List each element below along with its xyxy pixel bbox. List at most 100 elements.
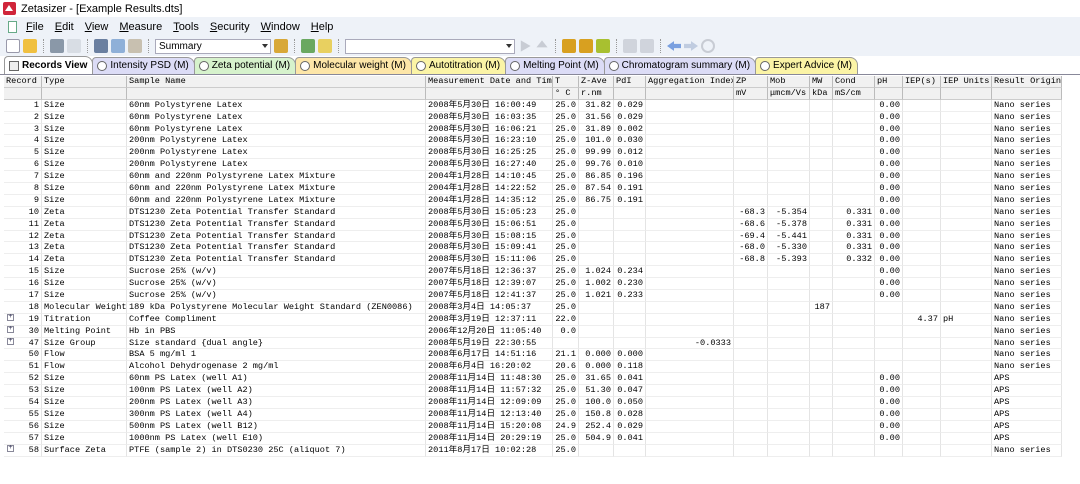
header-molecular-weight[interactable]: MW (810, 76, 833, 88)
table-row[interactable]: 15 Size Sucrose 25% (w/v) 2007年5月18日 12:36:… (4, 266, 1062, 279)
sop-icon[interactable] (562, 39, 576, 53)
eject-icon[interactable] (536, 40, 548, 48)
header-temperature[interactable]: ° C (553, 87, 579, 100)
table-row[interactable]: 11 Zeta DTS1230 Zeta Potential Transfer St… (4, 218, 1062, 231)
header-record[interactable] (4, 87, 42, 100)
header-pdi[interactable]: PdI (614, 76, 646, 88)
table-row[interactable]: 12 Zeta DTS1230 Zeta Potential Transfer St… (4, 230, 1062, 243)
menu-edit[interactable]: Edit (55, 21, 74, 33)
table-row[interactable]: 1 Size 60nm Polystyrene Latex 2008年5月30日 16… (4, 99, 1062, 112)
table-row[interactable]: 8 Size 60nm and 220nm Polystyrene Latex Mi… (4, 183, 1062, 195)
header-sample-name[interactable]: Sample Name (127, 76, 426, 88)
edit-report-icon[interactable] (274, 39, 288, 53)
table-row[interactable]: 4 Size 200nm Polystyrene Latex 2008年5月30日 1… (4, 135, 1062, 148)
header-mobility[interactable]: Mob (768, 76, 810, 88)
view-select[interactable]: Summary (155, 38, 271, 54)
menu-security[interactable]: Security (210, 21, 250, 33)
header-zeta-potential[interactable]: mV (734, 87, 768, 100)
zoom-icon[interactable] (701, 39, 715, 53)
header-zeta-potential[interactable]: ZP (734, 76, 768, 88)
forward-arrow-icon[interactable] (684, 41, 698, 51)
play-icon[interactable] (520, 40, 531, 52)
table-row[interactable]: +30 Melting Point Hb in PBS 2006年12月20日 11:… (4, 325, 1062, 338)
graph-icon[interactable] (640, 39, 654, 53)
table-row[interactable]: 53 Size 100nm PS Latex (well A2) 2008年11月14… (4, 385, 1062, 398)
table-units-row[interactable]: ° Cr.nm mV μmcm/Vs kDa mS/cm (4, 87, 1062, 100)
header-measurement-date[interactable]: Measurement Date and Time (426, 76, 553, 88)
header-iep[interactable] (903, 87, 941, 100)
header-result-origin[interactable] (992, 87, 1062, 100)
table-row[interactable]: 57 Size 1000nm PS Latex (well E10) 2008年11月… (4, 432, 1062, 445)
header-record[interactable]: Record (4, 76, 42, 88)
header-result-origin[interactable]: Result Origin (992, 76, 1062, 88)
header-molecular-weight[interactable]: kDa (810, 87, 833, 100)
sop-edit-icon[interactable] (318, 39, 332, 53)
table-row[interactable]: 7 Size 60nm and 220nm Polystyrene Latex Mi… (4, 171, 1062, 184)
sop-run-icon[interactable] (301, 39, 315, 53)
copy-icon[interactable] (111, 39, 125, 53)
table-row[interactable]: 13 Zeta DTS1230 Zeta Potential Transfer St… (4, 242, 1062, 255)
table-row[interactable]: +47 Size Group Size standard {dual angle} 2… (4, 337, 1062, 350)
table-row[interactable]: 55 Size 300nm PS Latex (well A4) 2008年11月14… (4, 408, 1062, 421)
table-row[interactable]: 51 Flow Alcohol Dehydrogenase 2 mg/ml 2008年… (4, 361, 1062, 374)
table-row[interactable]: 2 Size 60nm Polystyrene Latex 2008年5月30日 16… (4, 111, 1062, 124)
paste-icon[interactable] (128, 39, 142, 53)
measurement-select[interactable] (345, 38, 515, 54)
menu-tools[interactable]: Tools (173, 21, 199, 33)
header-ph[interactable]: pH (875, 76, 903, 88)
table-row[interactable]: 9 Size 60nm and 220nm Polystyrene Latex Mi… (4, 194, 1062, 207)
header-type[interactable]: Type (42, 76, 127, 88)
table-row[interactable]: 3 Size 60nm Polystyrene Latex 2008年5月30日 16… (4, 123, 1062, 136)
header-iep-units[interactable]: IEP Units (941, 76, 992, 88)
new-icon[interactable] (6, 39, 20, 53)
header-sample-name[interactable] (127, 87, 426, 100)
dts-icon[interactable] (579, 39, 593, 53)
header-aggregation-index[interactable] (646, 87, 734, 100)
table-row[interactable]: 14 Zeta DTS1230 Zeta Potential Transfer St… (4, 254, 1062, 267)
table-row[interactable]: 54 Size 200nm PS Latex (well A3) 2008年11月14… (4, 397, 1062, 409)
tab-expert-advice-m[interactable]: Expert Advice (M) (755, 57, 858, 74)
table-row[interactable]: 17 Size Sucrose 25% (w/v) 2007年5月18日 12:41:… (4, 290, 1062, 302)
print-preview-icon[interactable] (67, 39, 81, 53)
tab-autotitration-m[interactable]: Autotitration (M) (410, 57, 507, 74)
table-row[interactable]: +19 Titration Coffee Compliment 2008年3月19日 … (4, 313, 1062, 326)
tab-molecular-weight-m[interactable]: Molecular weight (M) (295, 57, 412, 74)
header-ph[interactable] (875, 87, 903, 100)
expand-icon[interactable]: + (7, 325, 14, 333)
menu-help[interactable]: Help (311, 21, 334, 33)
menu-measure[interactable]: Measure (119, 21, 162, 33)
expand-icon[interactable]: + (7, 313, 14, 321)
header-aggregation-index[interactable]: Aggregation Index (646, 76, 734, 88)
expand-icon[interactable]: + (7, 444, 14, 452)
header-mobility[interactable]: μmcm/Vs (768, 87, 810, 100)
table-row[interactable]: 6 Size 200nm Polystyrene Latex 2008年5月30日 1… (4, 159, 1062, 172)
menu-view[interactable]: View (85, 21, 109, 33)
menu-window[interactable]: Window (261, 21, 300, 33)
table-row[interactable]: 56 Size 500nm PS Latex (well B12) 2008年11月1… (4, 420, 1062, 433)
header-temperature[interactable]: T (553, 76, 579, 88)
header-measurement-date[interactable] (426, 87, 553, 100)
header-conductivity[interactable]: mS/cm (833, 87, 875, 100)
tab-chromatogram-summary-m[interactable]: Chromatogram summary (M) (603, 57, 757, 74)
table-row[interactable]: 18 Molecular Weight 189 kDa Polystyrene Mo… (4, 301, 1062, 314)
table-row[interactable]: 5 Size 200nm Polystyrene Latex 2008年5月30日 1… (4, 147, 1062, 160)
header-z-average[interactable]: r.nm (579, 87, 614, 100)
tab-zeta-potential-m[interactable]: Zeta potential (M) (193, 57, 297, 74)
cut-icon[interactable] (94, 39, 108, 53)
header-type[interactable] (42, 87, 127, 100)
back-arrow-icon[interactable] (667, 41, 681, 51)
header-iep-units[interactable] (941, 87, 992, 100)
print-icon[interactable] (50, 39, 64, 53)
header-conductivity[interactable]: Cond (833, 76, 875, 88)
menu-file[interactable]: File (26, 21, 44, 33)
header-iep[interactable]: IEP(s) (903, 76, 941, 88)
table-row[interactable]: 16 Size Sucrose 25% (w/v) 2007年5月18日 12:39:… (4, 278, 1062, 291)
table-header-row[interactable]: Record Type Sample Name Measurement Date an… (4, 76, 1062, 88)
mpt-icon[interactable] (623, 39, 637, 53)
expand-icon[interactable]: + (7, 337, 14, 345)
tab-intensity-psd-m[interactable]: Intensity PSD (M) (92, 57, 195, 74)
export-icon[interactable] (596, 39, 610, 53)
open-folder-icon[interactable] (23, 39, 37, 53)
header-pdi[interactable] (614, 87, 646, 100)
table-row[interactable]: 52 Size 60nm PS Latex (well A1) 2008年11月14日… (4, 373, 1062, 386)
